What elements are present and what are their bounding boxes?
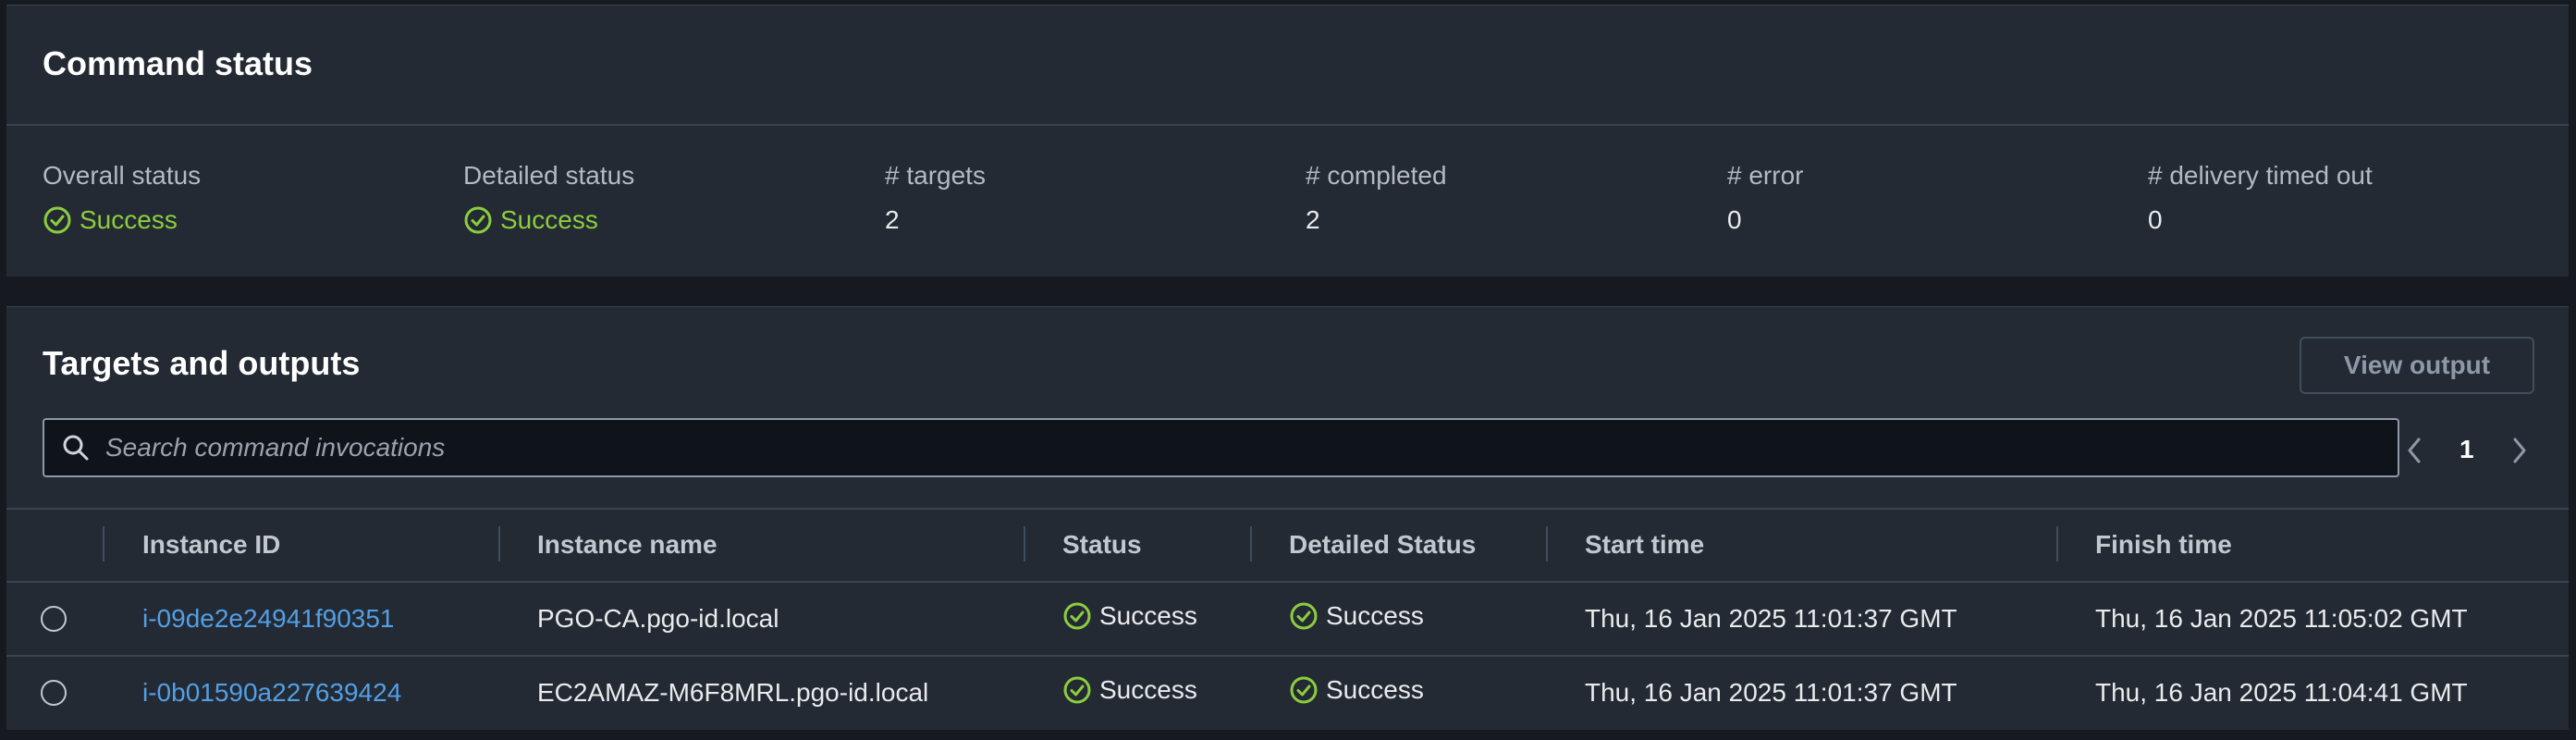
targets-count-label: # targets xyxy=(885,161,986,190)
view-output-button[interactable]: View output xyxy=(2300,337,2534,394)
column-separator xyxy=(1024,526,1025,561)
column-separator xyxy=(498,526,500,561)
completed-count-value: 2 xyxy=(1306,205,1320,234)
start-time: Thu, 16 Jan 2025 11:01:37 GMT xyxy=(1585,678,1957,707)
overall-status-value: Success xyxy=(43,205,178,235)
row-status-text: Success xyxy=(1099,601,1197,630)
delivery-timed-out-value: 0 xyxy=(2148,205,2163,234)
divider xyxy=(6,655,2569,657)
column-separator xyxy=(103,526,104,561)
row-detailed-status-text: Success xyxy=(1326,675,1424,704)
delivery-timed-out-label: # delivery timed out xyxy=(2148,161,2373,190)
error-count-label: # error xyxy=(1727,161,1804,190)
row-status: Success xyxy=(1062,601,1197,631)
column-header-status[interactable]: Status xyxy=(1062,530,1142,560)
divider xyxy=(6,508,2569,510)
instance-id-link[interactable]: i-09de2e24941f90351 xyxy=(142,604,394,634)
command-status-title: Command status xyxy=(43,44,313,82)
row-detailed-status: Success xyxy=(1289,675,1424,705)
row-select-radio[interactable] xyxy=(41,606,67,632)
instance-name: PGO-CA.pgo-id.local xyxy=(537,604,779,633)
column-separator xyxy=(1546,526,1548,561)
targets-outputs-panel: Targets and outputs View output 1 Instan… xyxy=(6,306,2569,730)
search-icon xyxy=(63,435,89,461)
column-header-detailed-status[interactable]: Detailed Status xyxy=(1289,530,1476,560)
divider xyxy=(6,124,2569,126)
search-box[interactable] xyxy=(43,418,2399,477)
column-header-instance-id[interactable]: Instance ID xyxy=(142,530,280,560)
row-detailed-status-text: Success xyxy=(1326,601,1424,630)
start-time: Thu, 16 Jan 2025 11:01:37 GMT xyxy=(1585,604,1957,633)
chevron-right-icon[interactable] xyxy=(2507,435,2533,466)
column-header-finish-time[interactable]: Finish time xyxy=(2095,530,2232,560)
page-number[interactable]: 1 xyxy=(2459,435,2474,464)
column-header-start-time[interactable]: Start time xyxy=(1585,530,1704,560)
error-count-value: 0 xyxy=(1727,205,1742,234)
row-detailed-status: Success xyxy=(1289,601,1424,631)
column-separator xyxy=(1250,526,1252,561)
overall-status-text: Success xyxy=(80,205,178,234)
detailed-status-text: Success xyxy=(500,205,598,234)
completed-count-label: # completed xyxy=(1306,161,1447,190)
check-circle-icon xyxy=(43,206,71,234)
finish-time: Thu, 16 Jan 2025 11:05:02 GMT xyxy=(2095,604,2468,633)
check-circle-icon xyxy=(1290,676,1318,704)
row-select-radio[interactable] xyxy=(41,680,67,706)
instance-name: EC2AMAZ-M6F8MRL.pgo-id.local xyxy=(537,678,929,707)
chevron-left-icon[interactable] xyxy=(2401,435,2427,466)
detailed-status-label: Detailed status xyxy=(463,161,635,190)
overall-status-label: Overall status xyxy=(43,161,202,190)
column-separator xyxy=(2056,526,2058,561)
check-circle-icon xyxy=(1290,602,1318,630)
row-status: Success xyxy=(1062,675,1197,705)
divider xyxy=(6,581,2569,583)
check-circle-icon xyxy=(1063,676,1091,704)
instance-id-link[interactable]: i-0b01590a227639424 xyxy=(142,678,401,708)
targets-outputs-title: Targets and outputs xyxy=(43,344,361,382)
check-circle-icon xyxy=(1063,602,1091,630)
finish-time: Thu, 16 Jan 2025 11:04:41 GMT xyxy=(2095,678,2468,707)
command-status-panel: Command status Overall status Success De… xyxy=(6,5,2569,277)
search-input[interactable] xyxy=(104,432,2398,463)
check-circle-icon xyxy=(464,206,492,234)
targets-count-value: 2 xyxy=(885,205,900,234)
row-status-text: Success xyxy=(1099,675,1197,704)
detailed-status-value: Success xyxy=(463,205,598,235)
column-header-instance-name[interactable]: Instance name xyxy=(537,530,718,560)
